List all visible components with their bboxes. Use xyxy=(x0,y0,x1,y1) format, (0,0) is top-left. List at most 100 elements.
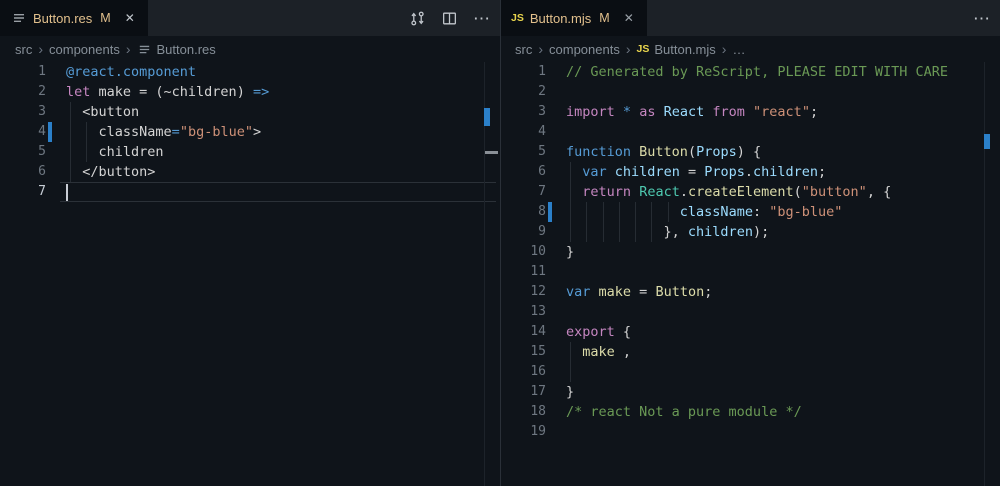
code-line[interactable]: 1 @react.component xyxy=(0,62,500,82)
breadcrumb-src[interactable]: src xyxy=(15,42,32,57)
right-editor[interactable]: 1// Generated by ReScript, PLEASE EDIT W… xyxy=(500,62,1000,486)
line-number[interactable]: 17 xyxy=(500,382,546,402)
code-line[interactable]: 3 <button xyxy=(0,102,500,122)
line-number[interactable]: 2 xyxy=(0,82,46,102)
code-line[interactable]: 2 xyxy=(500,82,1000,102)
code-line[interactable]: 13 xyxy=(500,302,1000,322)
code-line[interactable]: 5 children xyxy=(0,142,500,162)
file-icon xyxy=(11,10,27,26)
breadcrumb-components[interactable]: components xyxy=(549,42,620,57)
ruler-cursor-marker xyxy=(485,151,498,154)
editor-actions: ⋯ xyxy=(973,0,990,36)
line-number[interactable]: 14 xyxy=(500,322,546,342)
code-text: <button xyxy=(66,102,500,122)
split-editor-icon[interactable] xyxy=(441,10,458,27)
code-line[interactable]: 7 return React.createElement("button", { xyxy=(500,182,1000,202)
code-line[interactable]: 15 make , xyxy=(500,342,1000,362)
open-changes-icon[interactable] xyxy=(409,10,426,27)
code-text xyxy=(566,362,1000,382)
line-number[interactable]: 2 xyxy=(500,82,546,102)
close-icon[interactable]: ✕ xyxy=(123,10,137,26)
code-line[interactable]: 6 </button> xyxy=(0,162,500,182)
gutter xyxy=(546,362,566,382)
overview-ruler[interactable] xyxy=(985,62,1000,486)
chevron-right-icon: › xyxy=(721,42,728,56)
breadcrumb-symbol-ellipsis[interactable]: … xyxy=(732,42,745,57)
close-icon[interactable]: ✕ xyxy=(622,10,636,26)
gutter xyxy=(546,342,566,362)
line-number[interactable]: 1 xyxy=(0,62,46,82)
code-line[interactable]: 16 xyxy=(500,362,1000,382)
code-line[interactable]: 8 className: "bg-blue" xyxy=(500,202,1000,222)
code-text: function Button(Props) { xyxy=(566,142,1000,162)
code-line[interactable]: 10} xyxy=(500,242,1000,262)
line-number[interactable]: 7 xyxy=(500,182,546,202)
line-number[interactable]: 5 xyxy=(500,142,546,162)
gutter xyxy=(546,102,566,122)
code-text: } xyxy=(566,242,1000,262)
gutter xyxy=(46,162,66,182)
javascript-file-icon: JS xyxy=(511,12,524,24)
gutter xyxy=(546,422,566,442)
left-editor[interactable]: 1 @react.component2let make = (~children)… xyxy=(0,62,500,486)
line-number[interactable]: 6 xyxy=(500,162,546,182)
file-icon xyxy=(137,42,152,57)
code-text: children xyxy=(66,142,500,162)
code-line[interactable]: 4 xyxy=(500,122,1000,142)
code-line[interactable]: 12var make = Button; xyxy=(500,282,1000,302)
line-number[interactable]: 4 xyxy=(0,122,46,142)
breadcrumb-components[interactable]: components xyxy=(49,42,120,57)
code-line[interactable]: 17} xyxy=(500,382,1000,402)
more-actions-icon[interactable]: ⋯ xyxy=(973,10,990,27)
tab-label: Button.res xyxy=(33,11,92,26)
code-line[interactable]: 6 var children = Props.children; xyxy=(500,162,1000,182)
line-number[interactable]: 15 xyxy=(500,342,546,362)
code-line[interactable]: 4 className="bg-blue"> xyxy=(0,122,500,142)
line-number[interactable]: 8 xyxy=(500,202,546,222)
tab-button-mjs[interactable]: JS Button.mjs M ✕ xyxy=(500,0,647,36)
left-editor-group: Button.res M ✕ ⋯ src › components › xyxy=(0,0,500,486)
line-number[interactable]: 4 xyxy=(500,122,546,142)
line-number[interactable]: 3 xyxy=(500,102,546,122)
line-number[interactable]: 19 xyxy=(500,422,546,442)
more-actions-icon[interactable]: ⋯ xyxy=(473,10,490,27)
breadcrumb-file[interactable]: Button.mjs xyxy=(654,42,715,57)
code-line[interactable]: 19 xyxy=(500,422,1000,442)
code-line[interactable]: 3import * as React from "react"; xyxy=(500,102,1000,122)
line-number[interactable]: 11 xyxy=(500,262,546,282)
line-number[interactable]: 5 xyxy=(0,142,46,162)
code-line[interactable]: 2let make = (~children) => xyxy=(0,82,500,102)
code-text xyxy=(566,262,1000,282)
code-line[interactable]: 18/* react Not a pure module */ xyxy=(500,402,1000,422)
line-number[interactable]: 3 xyxy=(0,102,46,122)
code-line[interactable]: 1// Generated by ReScript, PLEASE EDIT W… xyxy=(500,62,1000,82)
editor-group-separator[interactable] xyxy=(500,0,501,486)
gutter xyxy=(546,222,566,242)
line-number[interactable]: 16 xyxy=(500,362,546,382)
code-line[interactable]: 11 xyxy=(500,262,1000,282)
line-number[interactable]: 6 xyxy=(0,162,46,182)
chevron-right-icon: › xyxy=(37,42,44,56)
gutter xyxy=(546,62,566,82)
code-text: make , xyxy=(566,342,1000,362)
code-line[interactable]: 7 xyxy=(0,182,500,202)
line-number[interactable]: 12 xyxy=(500,282,546,302)
gutter xyxy=(46,82,66,102)
code-line[interactable]: 5 function Button(Props) { xyxy=(500,142,1000,162)
chevron-right-icon: › xyxy=(125,42,132,56)
line-number[interactable]: 13 xyxy=(500,302,546,322)
line-number[interactable]: 7 xyxy=(0,182,46,202)
line-number[interactable]: 9 xyxy=(500,222,546,242)
gutter xyxy=(546,242,566,262)
code-line[interactable]: 14export { xyxy=(500,322,1000,342)
line-number[interactable]: 10 xyxy=(500,242,546,262)
breadcrumb-file[interactable]: Button.res xyxy=(157,42,216,57)
breadcrumb-src[interactable]: src xyxy=(515,42,532,57)
line-number[interactable]: 1 xyxy=(500,62,546,82)
tab-button-res[interactable]: Button.res M ✕ xyxy=(0,0,148,36)
gutter xyxy=(546,142,566,162)
code-line[interactable]: 9 }, children); xyxy=(500,222,1000,242)
overview-ruler[interactable] xyxy=(485,62,500,486)
code-text: @react.component xyxy=(66,62,500,82)
line-number[interactable]: 18 xyxy=(500,402,546,422)
